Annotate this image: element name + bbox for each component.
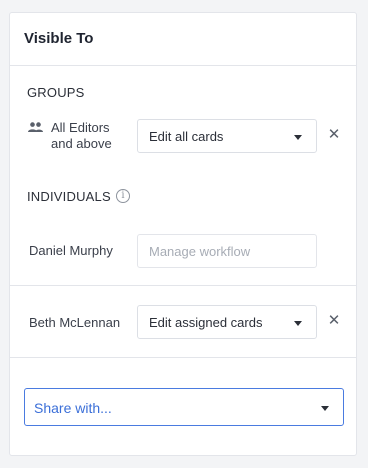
visible-to-panel: Visible To GROUPS All Editors and above … <box>9 12 357 456</box>
remove-group-button[interactable]: ✕ <box>326 127 342 143</box>
remove-individual-button[interactable]: ✕ <box>326 313 342 329</box>
info-icon[interactable]: i <box>116 189 130 203</box>
divider <box>10 357 356 358</box>
individual-permission-select-disabled: Manage workflow <box>137 234 317 268</box>
groups-heading: GROUPS <box>27 85 85 100</box>
chevron-down-icon <box>321 406 329 411</box>
chevron-down-icon <box>294 135 302 140</box>
divider <box>10 285 356 286</box>
share-with-select[interactable]: Share with... <box>24 388 344 426</box>
panel-title: Visible To <box>10 13 356 66</box>
individual-permission-value: Edit assigned cards <box>149 315 263 330</box>
group-permission-value: Edit all cards <box>149 129 224 144</box>
individual-permission-placeholder: Manage workflow <box>149 244 251 259</box>
individual-permission-select[interactable]: Edit assigned cards <box>137 305 317 339</box>
individuals-heading: INDIVIDUALS <box>27 189 111 204</box>
group-permission-select[interactable]: Edit all cards <box>137 119 317 153</box>
individual-name-daniel: Daniel Murphy <box>29 243 113 258</box>
chevron-down-icon <box>294 321 302 326</box>
people-icon <box>28 122 43 132</box>
share-with-placeholder: Share with... <box>34 400 112 416</box>
group-label-all-editors: All Editors and above <box>51 120 112 151</box>
individual-name-beth: Beth McLennan <box>29 315 121 330</box>
